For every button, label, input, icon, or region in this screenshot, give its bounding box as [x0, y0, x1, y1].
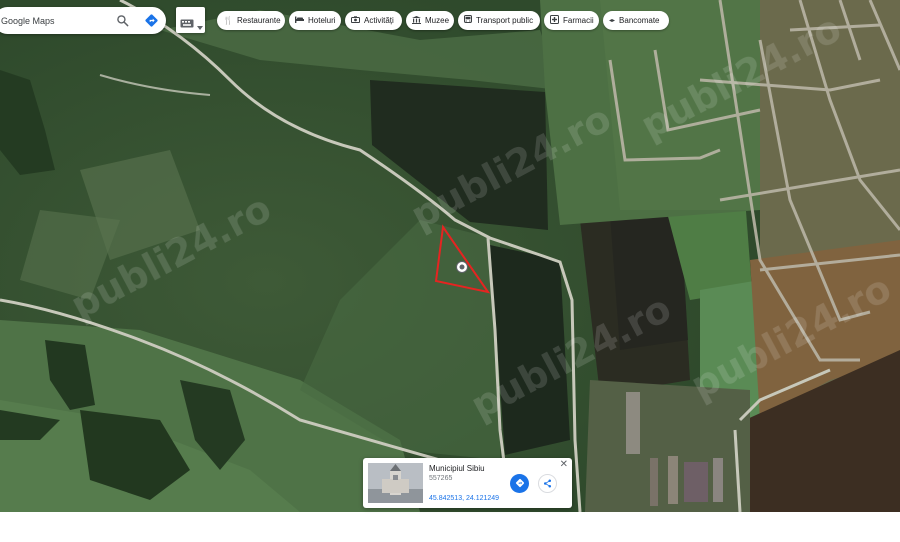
place-card[interactable]: Municipiul Sibiu 557265 45.842513, 24.12… — [363, 458, 572, 508]
place-postal-code: 557265 — [429, 475, 453, 482]
search-input[interactable] — [1, 15, 101, 26]
directions-button[interactable] — [510, 474, 529, 493]
bed-icon — [295, 16, 304, 25]
chip-label: Farmacii — [563, 16, 594, 25]
chip-transport-public[interactable]: Transport public — [458, 11, 540, 30]
place-coordinates[interactable]: 45.842513, 24.121249 — [429, 495, 499, 502]
chip-label: Hoteluri — [308, 16, 336, 25]
keyboard-icon — [180, 15, 194, 33]
camera-icon — [351, 16, 360, 25]
chip-activitati[interactable]: Activități — [345, 11, 402, 30]
page-bottom — [0, 512, 900, 542]
search-icon[interactable] — [114, 12, 131, 29]
satellite-map[interactable]: publi24.ro publi24.ro publi24.ro publi24… — [0, 0, 900, 512]
chip-label: Restaurante — [236, 16, 281, 25]
chip-restaurante[interactable]: 🍴 Restaurante — [217, 11, 285, 30]
chip-farmacii[interactable]: Farmacii — [544, 11, 599, 30]
search-box[interactable] — [0, 7, 166, 34]
museum-icon — [412, 15, 421, 26]
close-icon[interactable]: ✕ — [560, 459, 568, 470]
fork-knife-icon: 🍴 — [223, 16, 233, 25]
map-layer-toggle[interactable] — [176, 7, 205, 33]
place-photo[interactable] — [368, 463, 423, 503]
bus-icon — [464, 15, 472, 26]
share-icon — [543, 475, 552, 493]
chip-label: Transport public — [476, 16, 534, 25]
chip-bancomate[interactable]: ◂▸ Bancomate — [603, 11, 669, 30]
directions-icon[interactable] — [143, 12, 160, 29]
location-pin-icon — [456, 261, 468, 273]
chip-label: Activități — [364, 16, 394, 25]
chip-label: Bancomate — [619, 16, 660, 25]
chip-muzee[interactable]: Muzee — [406, 11, 454, 30]
atm-icon: ◂▸ — [609, 18, 616, 24]
directions-icon — [515, 475, 525, 493]
pharmacy-icon — [550, 15, 559, 26]
chip-label: Muzee — [425, 16, 450, 25]
chevron-down-icon[interactable] — [197, 17, 203, 35]
place-title[interactable]: Municipiul Sibiu — [429, 464, 485, 473]
share-button[interactable] — [538, 474, 557, 493]
chip-hoteluri[interactable]: Hoteluri — [289, 11, 341, 30]
